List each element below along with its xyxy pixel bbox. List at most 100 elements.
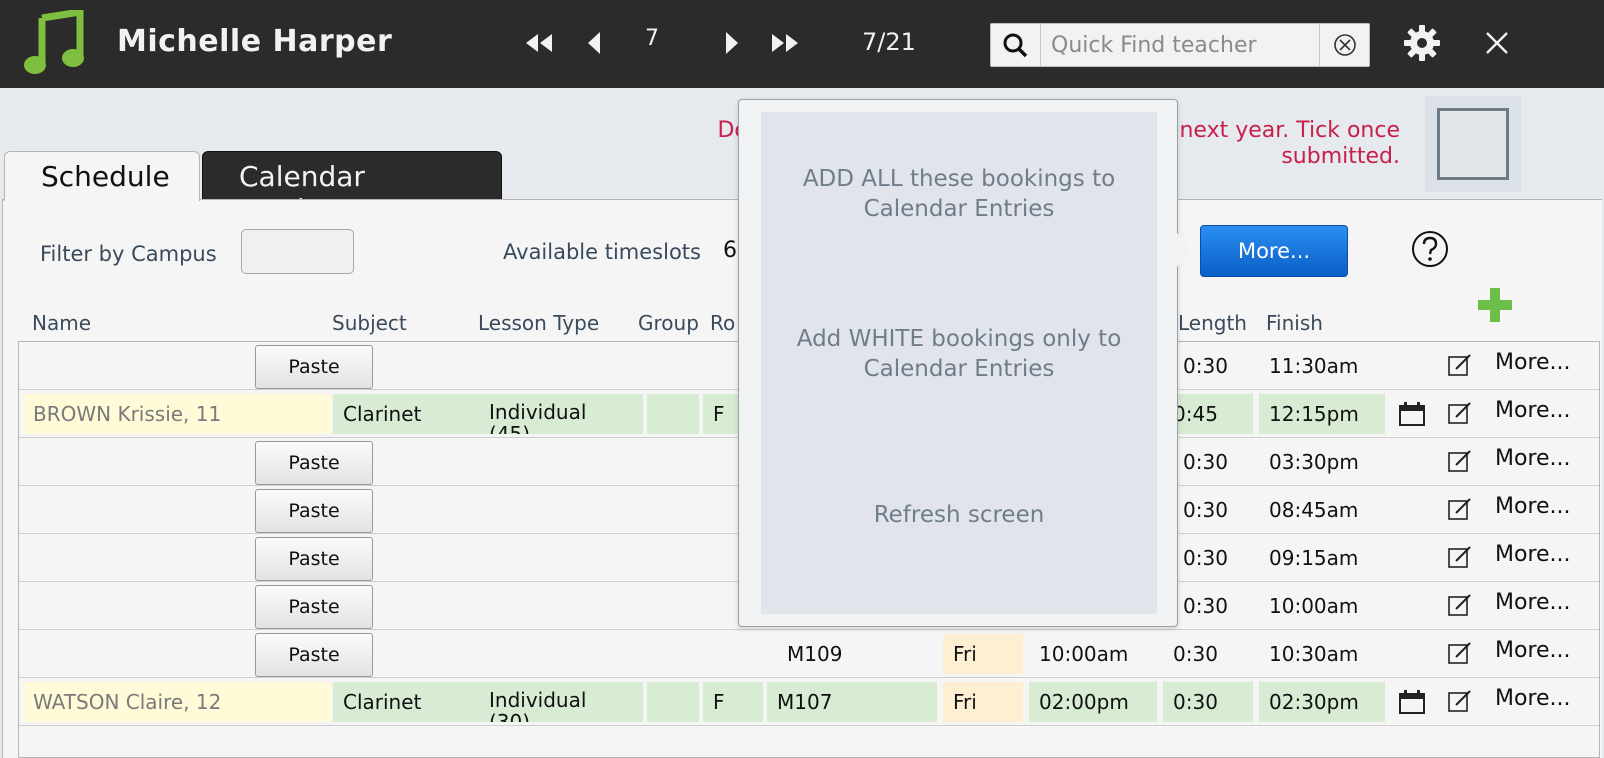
table-row: WATSON Claire, 12 Clarinet Individual (3… — [19, 678, 1599, 726]
add-white-bookings-item[interactable]: Add WHITE bookings only to Calendar Entr… — [761, 324, 1157, 384]
clear-icon[interactable] — [1319, 24, 1369, 66]
row-more-link[interactable]: More... — [1495, 638, 1571, 663]
add-white-bookings-line-1: Add WHITE bookings only to — [796, 326, 1122, 352]
room-cell: M107 — [767, 682, 937, 722]
row-more-link[interactable]: More... — [1495, 350, 1571, 375]
submitted-checkbox-area — [1425, 96, 1521, 192]
lesson-type-label: Individual — [489, 688, 587, 712]
edit-icon[interactable] — [1447, 496, 1473, 522]
row-more-link[interactable]: More... — [1495, 398, 1571, 423]
length-cell: 0:30 — [1183, 354, 1228, 378]
available-timeslots-label: Available timeslots — [503, 240, 701, 264]
student-name-cell[interactable]: BROWN Krissie, 11 — [23, 394, 331, 434]
paste-button[interactable]: Paste — [255, 441, 373, 485]
more-button[interactable]: More... — [1200, 225, 1348, 277]
length-cell: 0:30 — [1183, 546, 1228, 570]
first-page-icon — [526, 34, 552, 52]
refresh-screen-item[interactable]: Refresh screen — [761, 500, 1157, 530]
music-note-icon — [24, 10, 84, 74]
last-page-button[interactable] — [768, 26, 802, 60]
row-more-link[interactable]: More... — [1495, 590, 1571, 615]
help-icon[interactable] — [1410, 229, 1450, 269]
group-cell — [647, 682, 699, 722]
row-more-link[interactable]: More... — [1495, 542, 1571, 567]
col-header-subject: Subject — [332, 311, 407, 335]
add-white-bookings-line-2: Calendar Entries — [863, 356, 1055, 382]
col-header-group: Group — [638, 311, 699, 335]
paste-button[interactable]: Paste — [255, 345, 373, 389]
length-cell: 0:30 — [1183, 498, 1228, 522]
finish-cell: 10:30am — [1269, 642, 1359, 666]
add-icon[interactable] — [1476, 286, 1514, 324]
edit-icon[interactable] — [1447, 688, 1473, 714]
add-all-bookings-line-1: ADD ALL these bookings to — [802, 166, 1116, 192]
settings-button[interactable] — [1402, 22, 1442, 64]
paste-button[interactable]: Paste — [255, 537, 373, 581]
start-cell: 10:00am — [1039, 642, 1129, 666]
edit-icon[interactable] — [1447, 640, 1473, 666]
col-header-name: Name — [32, 311, 92, 335]
edit-icon[interactable] — [1447, 400, 1473, 426]
paste-button[interactable]: Paste — [255, 489, 373, 533]
lesson-type-duration: (30) — [489, 710, 531, 722]
finish-cell: 08:45am — [1269, 498, 1359, 522]
calendar-icon[interactable] — [1399, 402, 1425, 426]
row-more-link[interactable]: More... — [1495, 494, 1571, 519]
quick-find-input[interactable] — [1043, 28, 1313, 62]
last-page-icon — [772, 34, 798, 52]
subject-cell: Clarinet — [333, 394, 479, 434]
first-page-button[interactable] — [522, 26, 556, 60]
length-cell: 0:30 — [1183, 594, 1228, 618]
popover-menu: ADD ALL these bookings to Calendar Entri… — [761, 112, 1157, 614]
search-icon[interactable] — [991, 24, 1041, 66]
submitted-checkbox[interactable] — [1437, 108, 1509, 180]
subject-cell: Clarinet — [333, 682, 479, 722]
calendar-icon[interactable] — [1399, 690, 1425, 714]
filter-campus-field[interactable] — [241, 229, 354, 274]
previous-page-icon — [588, 32, 600, 54]
paste-button[interactable]: Paste — [255, 585, 373, 629]
filter-campus-label: Filter by Campus — [40, 242, 217, 266]
previous-page-button[interactable] — [578, 26, 612, 60]
next-page-button[interactable] — [714, 26, 748, 60]
day-cell: Fri — [943, 634, 1023, 674]
col-header-length: Length — [1178, 311, 1247, 335]
next-page-icon — [726, 32, 738, 54]
paste-button[interactable]: Paste — [255, 633, 373, 677]
col-header-lesson-type: Lesson Type — [478, 311, 600, 335]
finish-cell: 02:30pm — [1259, 682, 1385, 722]
close-button[interactable] — [1480, 26, 1514, 60]
add-all-bookings-item[interactable]: ADD ALL these bookings to Calendar Entri… — [761, 164, 1157, 224]
header-bar: Michelle Harper 7 7/21 — [0, 0, 1604, 88]
length-cell: 0:30 — [1173, 642, 1218, 666]
student-name-cell[interactable]: WATSON Claire, 12 — [23, 682, 331, 722]
finish-cell: 10:00am — [1269, 594, 1359, 618]
finish-cell: 12:15pm — [1259, 394, 1385, 434]
page-number[interactable]: 7 — [645, 26, 659, 51]
row-more-link[interactable]: More... — [1495, 446, 1571, 471]
col-header-finish: Finish — [1266, 311, 1323, 335]
tab-schedule[interactable]: Schedule — [4, 151, 200, 201]
edit-icon[interactable] — [1447, 352, 1473, 378]
edit-icon[interactable] — [1447, 544, 1473, 570]
page-count: 7/21 — [862, 28, 916, 56]
table-row: Paste M109 Fri 10:00am 0:30 10:30am More… — [19, 630, 1599, 678]
more-options-popover: ADD ALL these bookings to Calendar Entri… — [738, 99, 1178, 627]
lesson-type-cell: Individual (30) — [479, 682, 643, 722]
length-cell: 0:30 — [1163, 682, 1253, 722]
finish-cell: 11:30am — [1269, 354, 1359, 378]
close-icon — [1486, 32, 1508, 54]
teacher-name: Michelle Harper — [117, 24, 393, 59]
edit-icon[interactable] — [1447, 592, 1473, 618]
add-all-bookings-line-2: Calendar Entries — [863, 196, 1055, 222]
row-more-link[interactable]: More... — [1495, 686, 1571, 711]
quick-find-box — [990, 23, 1370, 67]
tab-calendar-entries[interactable]: Calendar Entries — [202, 151, 502, 226]
finish-cell: 09:15am — [1269, 546, 1359, 570]
col-header-room: Ro — [710, 311, 736, 335]
edit-icon[interactable] — [1447, 448, 1473, 474]
code-cell: F — [703, 682, 763, 722]
room-cell: M109 — [787, 642, 843, 666]
start-cell: 02:00pm — [1029, 682, 1157, 722]
lesson-type-label: Individual — [489, 400, 587, 424]
